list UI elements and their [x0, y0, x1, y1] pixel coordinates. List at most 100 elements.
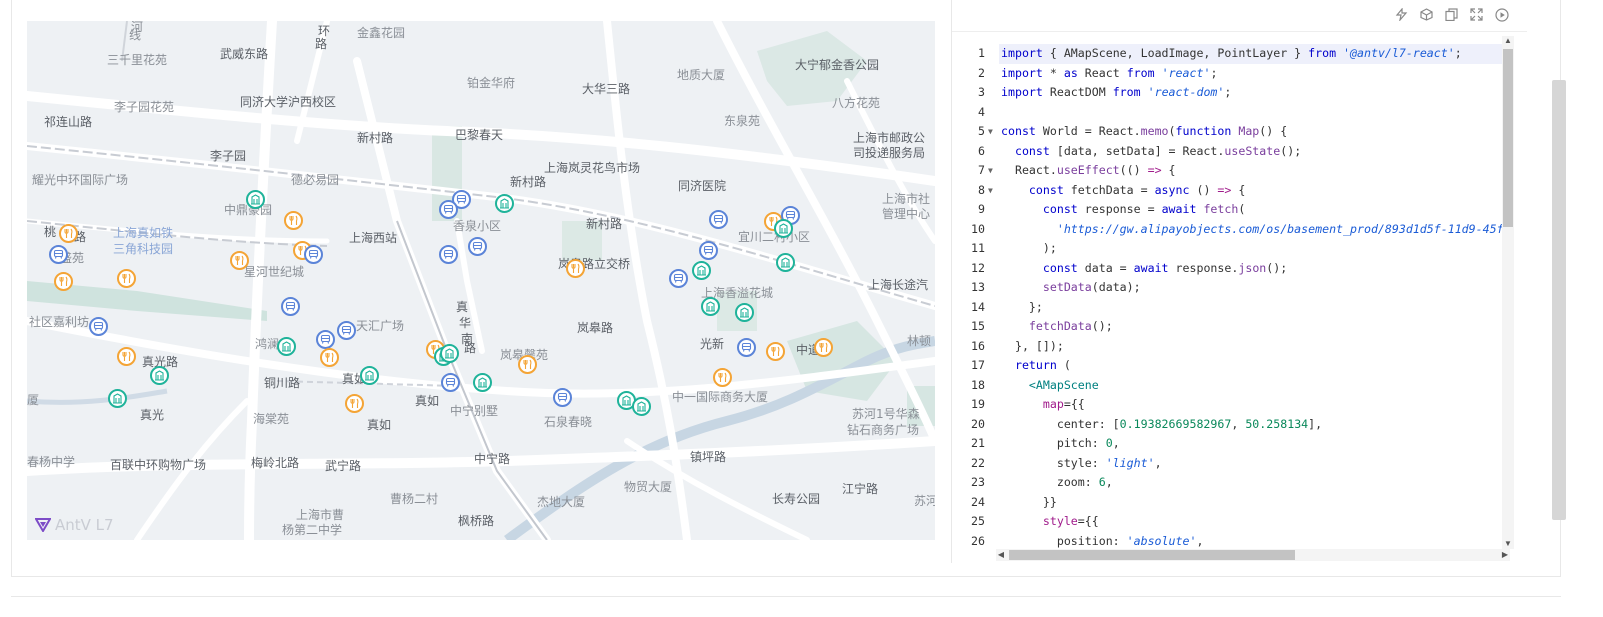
- restaurant-marker-icon[interactable]: [814, 338, 833, 357]
- code-line[interactable]: 16 }, []);: [952, 337, 1512, 357]
- code-line[interactable]: 5 ▼ const World = React.memo(function Map(…: [952, 122, 1512, 142]
- transit-marker-icon[interactable]: [669, 269, 688, 288]
- building-marker-icon[interactable]: [150, 366, 169, 385]
- code-line[interactable]: 21 pitch: 0,: [952, 434, 1512, 454]
- transit-marker-icon[interactable]: [89, 317, 108, 336]
- restaurant-marker-icon[interactable]: [117, 269, 136, 288]
- transit-marker-icon[interactable]: [49, 245, 68, 264]
- code-line[interactable]: 26 position: 'absolute',: [952, 532, 1512, 550]
- transit-marker-icon[interactable]: [468, 237, 487, 256]
- fold-arrow-icon[interactable]: ▼: [988, 161, 993, 181]
- code-line[interactable]: 18 <AMapScene: [952, 376, 1512, 396]
- code-line[interactable]: 10 'https://gw.alipayobjects.com/os/base…: [952, 220, 1512, 240]
- line-number: 23: [971, 475, 985, 489]
- line-number: 11: [971, 241, 985, 255]
- transit-marker-icon[interactable]: [337, 321, 356, 340]
- building-marker-icon[interactable]: [632, 397, 651, 416]
- code-line[interactable]: 9 const response = await fetch(: [952, 200, 1512, 220]
- transit-marker-icon[interactable]: [553, 388, 572, 407]
- scroll-right-arrow-icon[interactable]: ▶: [1500, 550, 1510, 560]
- transit-marker-icon[interactable]: [439, 245, 458, 264]
- map-place-label: 上海长途汽: [868, 278, 929, 292]
- restaurant-marker-icon[interactable]: [59, 224, 78, 243]
- restaurant-marker-icon[interactable]: [54, 272, 73, 291]
- code-line[interactable]: 17 return (: [952, 356, 1512, 376]
- building-marker-icon[interactable]: [774, 219, 793, 238]
- map-place-label: 香泉小区: [453, 219, 502, 233]
- code-line[interactable]: 8 ▼ const fetchData = async () => {: [952, 181, 1512, 201]
- horizontal-scroll-thumb[interactable]: [1009, 550, 1295, 560]
- code-line[interactable]: 25 style={{: [952, 512, 1512, 532]
- transit-marker-icon[interactable]: [304, 245, 323, 264]
- transit-marker-icon[interactable]: [316, 330, 335, 349]
- code-line[interactable]: 22 style: 'light',: [952, 454, 1512, 474]
- code-text: style={{: [1042, 514, 1099, 528]
- transit-marker-icon[interactable]: [439, 200, 458, 219]
- copy-icon[interactable]: [1444, 7, 1459, 22]
- transit-marker-icon[interactable]: [441, 373, 460, 392]
- building-marker-icon[interactable]: [246, 190, 265, 209]
- code-area[interactable]: 1 import { AMapScene, LoadImage, PointLay…: [952, 44, 1512, 549]
- code-line[interactable]: 11 );: [952, 239, 1512, 259]
- building-marker-icon[interactable]: [735, 303, 754, 322]
- building-marker-icon[interactable]: [495, 194, 514, 213]
- restaurant-marker-icon[interactable]: [320, 348, 339, 367]
- building-marker-icon[interactable]: [701, 297, 720, 316]
- line-number: 26: [971, 533, 985, 548]
- code-line[interactable]: 20 center: [0.19382669582967, 50.258134]…: [952, 415, 1512, 435]
- map-place-label: 中一国际商务大厦: [672, 390, 769, 404]
- building-marker-icon[interactable]: [473, 373, 492, 392]
- code-line[interactable]: 14 };: [952, 298, 1512, 318]
- building-marker-icon[interactable]: [360, 366, 379, 385]
- code-line[interactable]: 23 zoom: 6,: [952, 473, 1512, 493]
- scroll-left-arrow-icon[interactable]: ◀: [996, 550, 1006, 560]
- code-line[interactable]: 2 import * as React from 'react';: [952, 64, 1512, 84]
- code-line[interactable]: 6 const [data, setData] = React.useState…: [952, 142, 1512, 162]
- restaurant-marker-icon[interactable]: [345, 394, 364, 413]
- vertical-scrollbar[interactable]: ▲ ▼: [1502, 36, 1514, 549]
- transit-marker-icon[interactable]: [737, 338, 756, 357]
- play-icon[interactable]: [1494, 7, 1509, 22]
- code-line[interactable]: 15 fetchData();: [952, 317, 1512, 337]
- code-line[interactable]: 24 }}: [952, 493, 1512, 513]
- code-line[interactable]: 12 const data = await response.json();: [952, 259, 1512, 279]
- scroll-up-arrow-icon[interactable]: ▲: [1502, 36, 1514, 46]
- scroll-down-arrow-icon[interactable]: ▼: [1502, 539, 1514, 549]
- fold-arrow-icon[interactable]: ▼: [988, 181, 993, 201]
- code-line[interactable]: 19 map={{: [952, 395, 1512, 415]
- restaurant-marker-icon[interactable]: [566, 259, 585, 278]
- page-scrollbar-thumb[interactable]: [1552, 80, 1566, 520]
- building-marker-icon[interactable]: [277, 337, 296, 356]
- transit-marker-icon[interactable]: [709, 210, 728, 229]
- building-marker-icon[interactable]: [108, 389, 127, 408]
- map-place-label: 同济大学沪西校区: [240, 95, 337, 109]
- code-line[interactable]: 7 ▼ React.useEffect(() => {: [952, 161, 1512, 181]
- restaurant-marker-icon[interactable]: [284, 211, 303, 230]
- code-line[interactable]: 1 import { AMapScene, LoadImage, PointLay…: [952, 44, 1512, 64]
- line-number: 7: [978, 163, 985, 177]
- restaurant-marker-icon[interactable]: [713, 368, 732, 387]
- map-place-label: 地质大厦: [677, 68, 726, 82]
- transit-marker-icon[interactable]: [281, 297, 300, 316]
- restaurant-marker-icon[interactable]: [766, 342, 785, 361]
- restaurant-marker-icon[interactable]: [117, 347, 136, 366]
- map-canvas[interactable]: 金鑫花园 三千里花苑 武威东路 铂金华府 大华三路 地质大厦 大宁郁金香公园 李子园花苑 同济大…: [27, 21, 935, 540]
- restaurant-marker-icon[interactable]: [230, 251, 249, 270]
- building-marker-icon[interactable]: [776, 253, 795, 272]
- building-marker-icon[interactable]: [440, 344, 459, 363]
- lightning-icon[interactable]: [1394, 7, 1409, 22]
- fold-arrow-icon[interactable]: ▼: [988, 122, 993, 142]
- cube-icon[interactable]: [1419, 7, 1434, 22]
- code-line[interactable]: 4: [952, 103, 1512, 123]
- restaurant-marker-icon[interactable]: [518, 355, 537, 374]
- map-place-label: 星河世纪城: [244, 265, 305, 279]
- building-marker-icon[interactable]: [692, 261, 711, 280]
- transit-marker-icon[interactable]: [699, 241, 718, 260]
- code-line[interactable]: 13 setData(data);: [952, 278, 1512, 298]
- map-place-label: 金鑫花园: [357, 26, 406, 40]
- horizontal-scrollbar[interactable]: ◀ ▶: [996, 549, 1510, 561]
- fullscreen-icon[interactable]: [1469, 7, 1484, 22]
- line-number: 10: [971, 221, 985, 236]
- code-line[interactable]: 3 import ReactDOM from 'react-dom';: [952, 83, 1512, 103]
- vertical-scroll-thumb[interactable]: [1503, 49, 1513, 227]
